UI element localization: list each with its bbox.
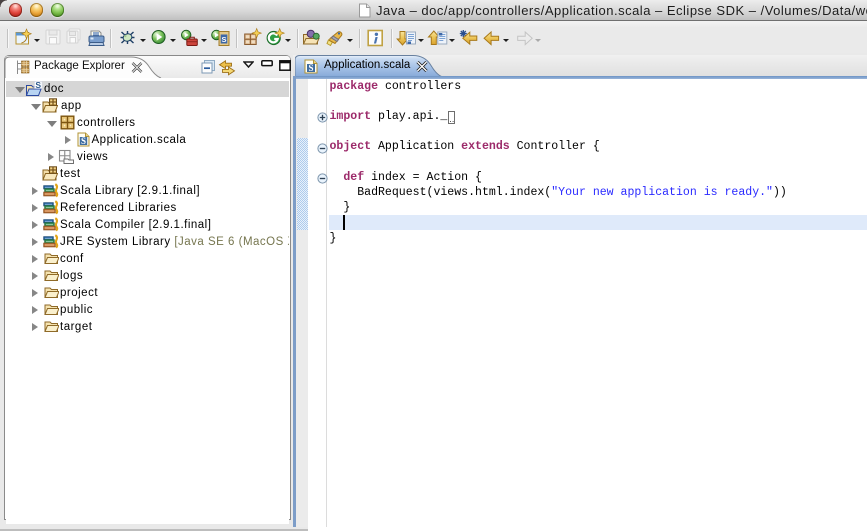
- svg-text:S: S: [81, 136, 86, 146]
- svg-text:S: S: [308, 63, 313, 73]
- svg-text:S: S: [35, 81, 41, 90]
- svg-text:S: S: [221, 35, 226, 44]
